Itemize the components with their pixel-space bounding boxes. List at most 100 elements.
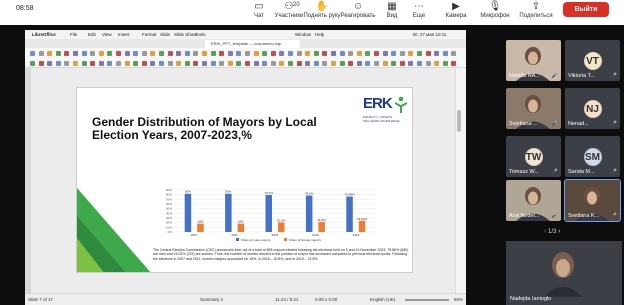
toolbar-button[interactable] bbox=[64, 50, 70, 56]
toolbar-button[interactable] bbox=[245, 60, 250, 66]
control-label-people[interactable]: Участники bbox=[275, 13, 304, 19]
leave-button[interactable]: Выйти bbox=[563, 2, 609, 17]
toolbar-button[interactable] bbox=[296, 50, 302, 56]
hand-icon[interactable]: ✋ bbox=[316, 2, 328, 12]
menu-item[interactable]: View bbox=[102, 32, 112, 37]
toolbar-button[interactable] bbox=[434, 50, 440, 56]
toolbar-button[interactable] bbox=[322, 60, 328, 66]
pinned-participant[interactable]: Nadejda Ianioglo bbox=[506, 241, 622, 305]
toolbar-button[interactable] bbox=[47, 50, 53, 56]
toolbar-button[interactable] bbox=[184, 60, 190, 66]
smile-icon[interactable]: ☺ bbox=[353, 2, 363, 12]
control-label-share[interactable]: Поделиться bbox=[519, 13, 552, 19]
toolbar-button[interactable] bbox=[167, 50, 173, 56]
toolbar-button[interactable] bbox=[184, 50, 190, 56]
toolbar-button[interactable] bbox=[348, 50, 354, 56]
control-label-more[interactable]: Еще bbox=[413, 13, 425, 19]
toolbar-button[interactable] bbox=[399, 60, 405, 66]
camera-icon[interactable]: ▶ bbox=[452, 2, 460, 12]
vertical-scrollbar[interactable] bbox=[457, 110, 461, 132]
participant-tile[interactable]: Ana Nedel... 🎤 bbox=[506, 180, 561, 221]
toolbar-button[interactable] bbox=[331, 60, 336, 66]
toolbar-button[interactable] bbox=[356, 60, 362, 66]
toolbar-button[interactable] bbox=[193, 60, 199, 66]
menu-item[interactable]: Insert bbox=[118, 32, 129, 37]
toolbar-button[interactable] bbox=[124, 50, 130, 56]
toolbar-button[interactable] bbox=[313, 60, 319, 66]
toolbar-button[interactable] bbox=[159, 60, 164, 66]
toolbar-button[interactable] bbox=[227, 60, 233, 66]
toolbar-button[interactable] bbox=[30, 50, 35, 56]
menu-item[interactable]: Format bbox=[142, 32, 156, 37]
toolbar-button[interactable] bbox=[408, 60, 414, 66]
toolbar-button[interactable] bbox=[417, 60, 422, 66]
share-icon[interactable]: ⇪ bbox=[532, 2, 540, 12]
participant-tile[interactable]: VT Viktoria T... 🎤 bbox=[565, 40, 620, 81]
control-label-camera[interactable]: Камера bbox=[446, 13, 467, 19]
toolbar-button[interactable] bbox=[322, 50, 328, 56]
grid-icon[interactable]: ▦ bbox=[387, 2, 396, 12]
toolbar-button[interactable] bbox=[236, 60, 242, 66]
toolbar-button[interactable] bbox=[270, 50, 276, 56]
participant-tile[interactable]: Natalia NA... 🎤 bbox=[506, 40, 561, 81]
toolbar-button[interactable] bbox=[279, 50, 285, 56]
toolbar-button[interactable] bbox=[253, 60, 259, 66]
pager-next-icon[interactable]: › bbox=[558, 228, 560, 235]
toolbar-button[interactable] bbox=[193, 50, 199, 56]
more-icon[interactable]: ⋯ bbox=[414, 2, 424, 12]
toolbar-button[interactable] bbox=[107, 50, 113, 56]
toolbar-button[interactable] bbox=[391, 60, 397, 66]
zoom-slider[interactable] bbox=[405, 299, 449, 301]
toolbar-button[interactable] bbox=[356, 50, 362, 56]
toolbar-button[interactable] bbox=[348, 60, 354, 66]
participant-tile[interactable]: TW Tomasz W... 🎤 bbox=[506, 136, 561, 177]
toolbar-button[interactable] bbox=[270, 60, 276, 66]
toolbar-button[interactable] bbox=[90, 50, 96, 56]
zoom-level[interactable]: 65% bbox=[454, 297, 463, 302]
participant-tile[interactable]: Svetlana K... 🎤 bbox=[564, 179, 621, 222]
menu-item[interactable]: File bbox=[70, 32, 77, 37]
language[interactable]: English (UK) bbox=[370, 297, 395, 302]
menu-item[interactable]: Help bbox=[315, 32, 324, 37]
toolbar-button[interactable] bbox=[159, 50, 164, 56]
toolbar-button[interactable] bbox=[116, 50, 121, 56]
toolbar-button[interactable] bbox=[176, 60, 182, 66]
slide[interactable]: Gender Distribution of Mayors by Local E… bbox=[76, 87, 413, 273]
menu-item[interactable]: Slide bbox=[160, 32, 170, 37]
toolbar-button[interactable] bbox=[55, 60, 61, 66]
toolbar-button[interactable] bbox=[176, 50, 182, 56]
control-label-mic[interactable]: Микрофон bbox=[480, 13, 509, 19]
toolbar-button[interactable] bbox=[442, 60, 448, 66]
toolbar-button[interactable] bbox=[202, 60, 207, 66]
toolbar-button[interactable] bbox=[374, 60, 379, 66]
menu-item[interactable]: Tools bbox=[195, 32, 206, 37]
menu-item[interactable]: Slide Show bbox=[174, 32, 197, 37]
toolbar-button[interactable] bbox=[245, 50, 250, 56]
toolbar-button[interactable] bbox=[150, 50, 156, 56]
toolbar-button[interactable] bbox=[399, 50, 405, 56]
toolbar-button[interactable] bbox=[451, 50, 457, 56]
toolbar-button[interactable] bbox=[133, 60, 139, 66]
toolbar-button[interactable] bbox=[296, 60, 302, 66]
toolbar-button[interactable] bbox=[382, 60, 388, 66]
participant-tile[interactable]: SM Sanda M... 🎤 bbox=[565, 136, 620, 177]
toolbar-button[interactable] bbox=[116, 60, 121, 66]
toolbar-button[interactable] bbox=[167, 60, 173, 66]
toolbar-button[interactable] bbox=[30, 60, 35, 66]
toolbar-button[interactable] bbox=[305, 60, 311, 66]
toolbar-button[interactable] bbox=[73, 50, 78, 56]
toolbar-button[interactable] bbox=[305, 50, 311, 56]
toolbar-button[interactable] bbox=[90, 60, 96, 66]
toolbar-button[interactable] bbox=[391, 50, 397, 56]
toolbar-button[interactable] bbox=[331, 50, 336, 56]
toolbar-button[interactable] bbox=[425, 60, 431, 66]
toolbar-button[interactable] bbox=[417, 50, 422, 56]
mic-icon[interactable]: 🎙 bbox=[489, 2, 502, 12]
toolbar-button[interactable] bbox=[219, 60, 225, 66]
toolbar-button[interactable] bbox=[374, 50, 379, 56]
toolbar-button[interactable] bbox=[202, 50, 207, 56]
menu-item[interactable]: Window bbox=[295, 32, 311, 37]
toolbar-button[interactable] bbox=[425, 50, 431, 56]
toolbar-button[interactable] bbox=[81, 60, 87, 66]
toolbar-button[interactable] bbox=[107, 60, 113, 66]
